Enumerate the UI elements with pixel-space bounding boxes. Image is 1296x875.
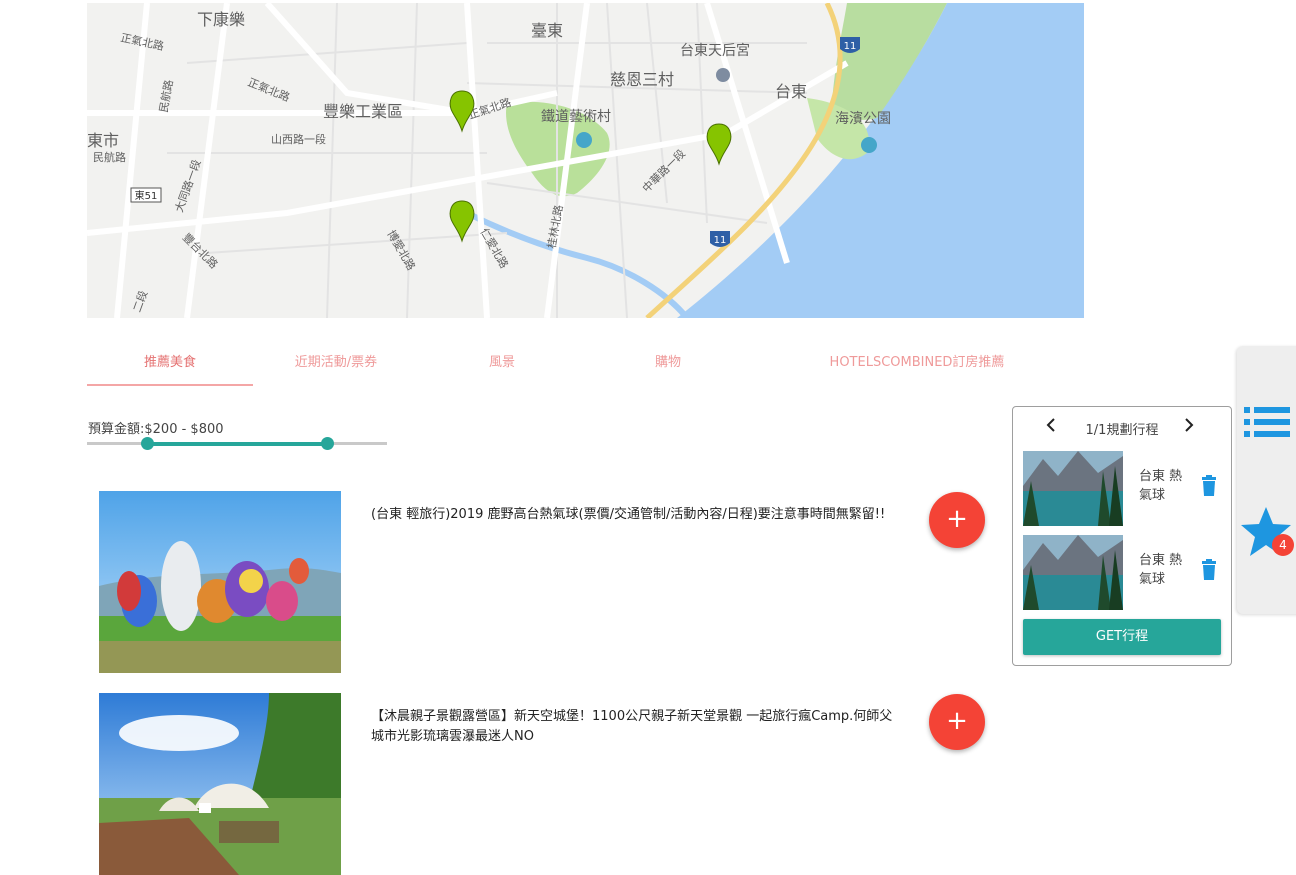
list-item: (台東 輕旅行)2019 鹿野高台熱氣球(票價/交通管制/活動內容/日程)要注意… [99, 491, 999, 673]
svg-text:11: 11 [844, 41, 857, 52]
temple-icon [716, 68, 730, 82]
svg-text:臺東: 臺東 [531, 21, 563, 40]
tab-hotels[interactable]: HOTELSCOMBINED訂房推薦 [751, 342, 1083, 384]
svg-text:下康樂: 下康樂 [197, 10, 245, 29]
svg-text:慈恩三村: 慈恩三村 [610, 70, 674, 89]
itinerary-panel: 1/1規劃行程 台東 熱氣球 台東 熱氣球 GET行程 [1012, 406, 1232, 666]
lake-thumbnail [1023, 451, 1123, 526]
slider-thumb-max[interactable] [321, 437, 334, 450]
favorites-count-badge: 4 [1272, 534, 1294, 556]
svg-text:豐樂工業區: 豐樂工業區 [323, 102, 403, 121]
itinerary-item-name: 台東 熱氣球 [1139, 553, 1183, 587]
itinerary-item-name: 台東 熱氣球 [1139, 469, 1183, 503]
side-toolbar: 4 [1237, 346, 1296, 614]
svg-text:東市: 東市 [87, 131, 119, 150]
svg-text:民航路: 民航路 [93, 150, 126, 164]
trash-icon[interactable] [1201, 475, 1217, 497]
add-to-itinerary-button[interactable]: + [929, 492, 985, 548]
itinerary-item: 台東 熱氣球 [1023, 535, 1223, 611]
tab-scenery[interactable]: 風景 [419, 342, 585, 384]
itinerary-item: 台東 熱氣球 [1023, 451, 1223, 527]
slider-range [147, 442, 327, 446]
route-shield-icon: 東51 [130, 187, 162, 203]
chevron-right-icon[interactable] [1183, 417, 1195, 438]
highway-shield-icon: 11 [840, 37, 860, 53]
lake-thumbnail [1023, 535, 1123, 610]
svg-text:11: 11 [714, 235, 727, 246]
park-icon [861, 137, 877, 153]
svg-text:台東: 台東 [775, 82, 807, 101]
card-title[interactable]: 【沐晨親子景觀露營區】新天空城堡！1100公尺親子新天堂景觀 一起旅行瘋Camp… [371, 707, 901, 747]
svg-text:鐵道藝術村: 鐵道藝術村 [541, 108, 611, 125]
add-to-itinerary-button[interactable]: + [929, 694, 985, 750]
balloon-photo[interactable] [99, 491, 341, 673]
camping-photo[interactable] [99, 693, 341, 875]
budget-slider[interactable] [87, 436, 387, 450]
svg-text:東51: 東51 [135, 189, 158, 202]
trash-icon[interactable] [1201, 559, 1217, 581]
card-title[interactable]: (台東 輕旅行)2019 鹿野高台熱氣球(票價/交通管制/活動內容/日程)要注意… [371, 505, 901, 525]
map-canvas: 下康樂 正氣北路 正氣北路 正氣北路 民航路 民航路 豐樂工業區 山西路一段 東… [87, 3, 1084, 318]
svg-text:海濱公園: 海濱公園 [835, 111, 891, 127]
highway-shield-icon: 11 [710, 231, 730, 247]
list-icon[interactable] [1244, 406, 1292, 438]
list-item: 【沐晨親子景觀露營區】新天空城堡！1100公尺親子新天堂景觀 一起旅行瘋Camp… [99, 693, 999, 875]
map[interactable]: 下康樂 正氣北路 正氣北路 正氣北路 民航路 民航路 豐樂工業區 山西路一段 東… [87, 3, 1084, 318]
svg-text:台東天后宮: 台東天后宮 [680, 43, 750, 59]
tab-events-tickets[interactable]: 近期活動/票券 [253, 342, 419, 384]
tab-shopping[interactable]: 購物 [585, 342, 751, 384]
slider-thumb-min[interactable] [141, 437, 154, 450]
itinerary-pager: 1/1規劃行程 [1085, 423, 1159, 438]
budget-label: 預算金額:$200 - $800 [88, 422, 224, 437]
get-itinerary-button[interactable]: GET行程 [1023, 619, 1221, 655]
art-village-icon [576, 132, 592, 148]
svg-text:山西路一段: 山西路一段 [271, 132, 326, 146]
tab-recommended-food[interactable]: 推薦美食 [87, 342, 253, 386]
